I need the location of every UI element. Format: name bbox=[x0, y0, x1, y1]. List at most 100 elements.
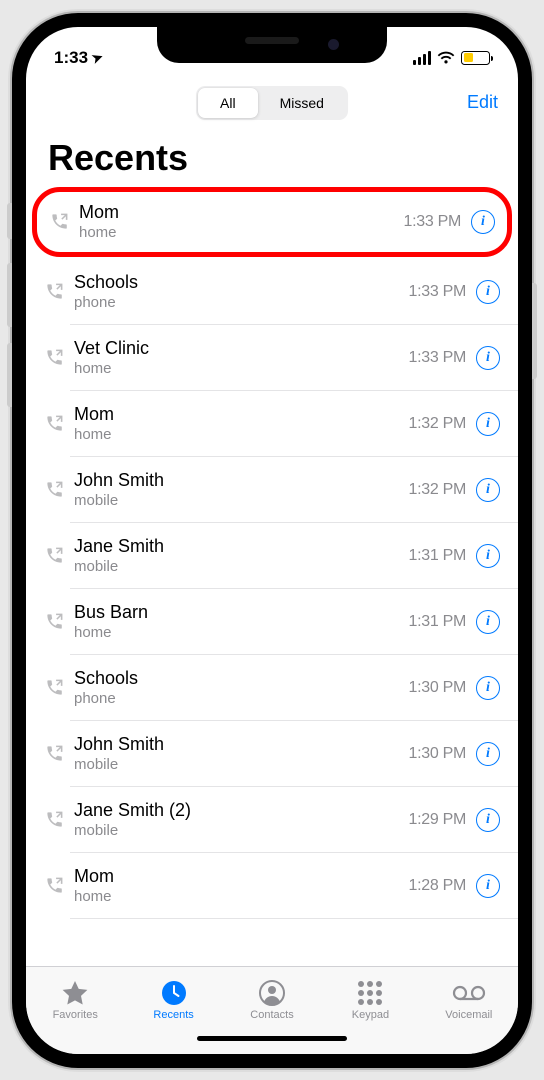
call-name: Mom bbox=[79, 202, 404, 223]
call-time: 1:33 PM bbox=[409, 349, 467, 367]
info-button[interactable]: i bbox=[471, 210, 495, 234]
outgoing-call-icon bbox=[40, 546, 68, 565]
call-row[interactable]: Jane Smith (2) mobile1:29 PM i bbox=[26, 787, 518, 853]
tab-label: Keypad bbox=[352, 1009, 389, 1021]
tab-favorites[interactable]: Favorites bbox=[26, 967, 124, 1028]
call-row[interactable]: Bus Barn home1:31 PM i bbox=[26, 589, 518, 655]
call-main: Mom home bbox=[79, 202, 404, 241]
call-right: 1:33 PMi bbox=[409, 280, 501, 304]
call-row[interactable]: Jane Smith mobile1:31 PM i bbox=[26, 523, 518, 589]
info-button[interactable]: i bbox=[476, 742, 500, 766]
tab-recents[interactable]: Recents bbox=[124, 967, 222, 1028]
call-right: 1:31 PM i bbox=[409, 610, 501, 634]
info-button[interactable]: i bbox=[476, 280, 500, 304]
outgoing-call-icon bbox=[40, 480, 68, 499]
call-time: 1:33 PM bbox=[404, 213, 462, 231]
tab-contacts[interactable]: Contacts bbox=[223, 967, 321, 1028]
call-name: Jane Smith bbox=[74, 536, 409, 557]
call-time: 1:32 PM bbox=[409, 481, 467, 499]
filter-segmented-control: All Missed bbox=[196, 86, 348, 120]
call-row[interactable]: Vet Clinic home1:33 PM i bbox=[26, 325, 518, 391]
home-indicator-area bbox=[26, 1028, 518, 1054]
info-button[interactable]: i bbox=[476, 676, 500, 700]
call-row[interactable]: Momhome1:32 PM i bbox=[26, 391, 518, 457]
call-name: Bus Barn bbox=[74, 602, 409, 623]
call-main: Schools phone bbox=[74, 272, 409, 311]
speaker bbox=[245, 37, 299, 44]
outgoing-call-icon bbox=[40, 876, 68, 895]
info-button[interactable]: i bbox=[476, 346, 500, 370]
call-name: Schools bbox=[74, 668, 409, 689]
tab-keypad[interactable]: Keypad bbox=[321, 967, 419, 1028]
segment-missed[interactable]: Missed bbox=[258, 88, 346, 118]
call-time: 1:29 PM bbox=[409, 811, 467, 829]
call-sub: mobile bbox=[74, 559, 409, 576]
call-main: John Smithmobile bbox=[74, 734, 409, 773]
call-main: Momhome bbox=[74, 404, 409, 443]
star-icon bbox=[61, 980, 89, 1006]
tab-label: Recents bbox=[153, 1009, 193, 1021]
info-button[interactable]: i bbox=[476, 808, 500, 832]
home-indicator[interactable] bbox=[197, 1036, 347, 1041]
call-right: 1:29 PM i bbox=[409, 808, 501, 832]
outgoing-call-icon bbox=[40, 348, 68, 367]
call-time: 1:31 PM bbox=[409, 613, 467, 631]
call-sub: home bbox=[74, 427, 409, 444]
call-right: 1:33 PM i bbox=[404, 210, 496, 234]
call-sub: phone bbox=[74, 295, 409, 312]
outgoing-call-icon bbox=[40, 282, 68, 301]
outgoing-call-icon bbox=[40, 414, 68, 433]
call-row[interactable]: Momhome1:28 PMi bbox=[26, 853, 518, 919]
volume-up-button bbox=[7, 263, 12, 327]
recents-list[interactable]: Momhome1:33 PMiSchoolsphone1:33 PMiVet C… bbox=[26, 185, 518, 966]
call-name: Mom bbox=[74, 866, 409, 887]
info-button[interactable]: i bbox=[476, 478, 500, 502]
call-main: Jane Smith mobile bbox=[74, 536, 409, 575]
call-sub: phone bbox=[74, 691, 409, 708]
tab-voicemail[interactable]: Voicemail bbox=[420, 967, 518, 1028]
edit-button[interactable]: Edit bbox=[467, 92, 498, 113]
call-sub: mobile bbox=[74, 823, 409, 840]
call-main: Schools phone bbox=[74, 668, 409, 707]
tab-label: Voicemail bbox=[445, 1009, 492, 1021]
clock-text: 1:33 bbox=[54, 48, 88, 68]
call-row[interactable]: Schools phone1:33 PMi bbox=[26, 259, 518, 325]
call-name: Jane Smith (2) bbox=[74, 800, 409, 821]
call-time: 1:30 PM bbox=[409, 745, 467, 763]
call-right: 1:32 PM i bbox=[409, 478, 501, 502]
call-right: 1:32 PM i bbox=[409, 412, 501, 436]
screen: 1:33 ➤ All Missed Edit bbox=[26, 27, 518, 1054]
keypad-icon bbox=[358, 980, 382, 1006]
call-right: 1:28 PMi bbox=[409, 874, 501, 898]
call-time: 1:31 PM bbox=[409, 547, 467, 565]
call-row[interactable]: Mom home1:33 PM i bbox=[32, 187, 512, 257]
info-button[interactable]: i bbox=[476, 874, 500, 898]
call-right: 1:30 PM i bbox=[409, 742, 501, 766]
info-button[interactable]: i bbox=[476, 412, 500, 436]
call-row[interactable]: Schoolsphone1:30 PMi bbox=[26, 655, 518, 721]
outgoing-call-icon bbox=[40, 744, 68, 763]
call-time: 1:32 PM bbox=[409, 415, 467, 433]
tab-bar: Favorites Recents Contacts Keypad bbox=[26, 966, 518, 1028]
info-button[interactable]: i bbox=[476, 610, 500, 634]
call-row[interactable]: John Smithmobile1:32 PMi bbox=[26, 457, 518, 523]
outgoing-call-icon bbox=[40, 678, 68, 697]
mute-switch bbox=[7, 203, 12, 239]
call-name: John Smith bbox=[74, 734, 409, 755]
contact-icon bbox=[259, 980, 285, 1006]
call-sub: home bbox=[74, 625, 409, 642]
segment-all[interactable]: All bbox=[198, 88, 258, 118]
call-sub: home bbox=[79, 225, 404, 242]
page-title: Recents bbox=[26, 129, 518, 185]
call-name: Schools bbox=[74, 272, 409, 293]
tab-label: Contacts bbox=[250, 1009, 293, 1021]
info-button[interactable]: i bbox=[476, 544, 500, 568]
volume-down-button bbox=[7, 343, 12, 407]
call-sub: home bbox=[74, 361, 409, 378]
call-name: John Smith bbox=[74, 470, 409, 491]
call-row[interactable]: John Smithmobile1:30 PM i bbox=[26, 721, 518, 787]
power-button bbox=[532, 283, 537, 379]
iphone-frame: 1:33 ➤ All Missed Edit bbox=[12, 13, 532, 1068]
call-name: Vet Clinic bbox=[74, 338, 409, 359]
call-right: 1:33 PM i bbox=[409, 346, 501, 370]
